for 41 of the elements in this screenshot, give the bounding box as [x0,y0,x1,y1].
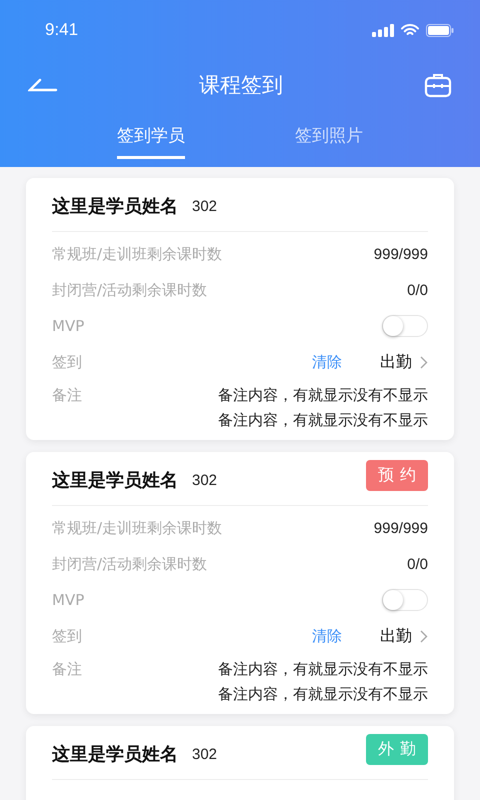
field-label: MVP [52,591,84,609]
student-number: 302 [192,472,218,488]
attendance-select[interactable]: 出勤 [380,626,428,646]
attendance-select[interactable]: 出勤 [380,352,428,372]
field-label: MVP [52,317,84,335]
mvp-toggle[interactable] [382,589,428,611]
note-text: 备注内容，有就显示没有不显示 [218,685,428,704]
status-time: 9:41 [45,20,78,40]
field-label: 封闭营/活动剩余课时数 [52,554,208,574]
chevron-right-icon [420,630,428,642]
field-value: 999/999 [374,246,428,262]
battery-icon [426,24,454,36]
chevron-right-icon [420,356,428,368]
signal-icon [372,24,394,36]
field-label: 备注 [52,386,82,405]
note-text: 备注内容，有就显示没有不显示 [218,660,428,679]
field-value: 0/0 [407,556,428,572]
field-label: 签到 [52,352,82,372]
student-name: 这里是学员姓名 [52,743,178,766]
field-label: 常规班/走训班剩余课时数 [52,244,222,264]
student-name: 这里是学员姓名 [52,469,178,492]
status-tag: 外勤 [366,734,428,765]
field-value: 999/999 [374,520,428,536]
page-title: 课程签到 [199,72,283,99]
wifi-icon [401,24,419,36]
student-name: 这里是学员姓名 [52,195,178,218]
field-label: 常规班/走训班剩余课时数 [52,518,222,538]
tab[interactable]: 签到照片 [295,120,363,159]
note-text: 备注内容，有就显示没有不显示 [218,411,428,430]
status-tag: 预约 [366,460,428,491]
field-value: 0/0 [407,282,428,298]
student-number: 302 [192,746,218,762]
field-label: 备注 [52,660,82,679]
mvp-toggle[interactable] [382,315,428,337]
field-label: 签到 [52,626,82,646]
student-number: 302 [192,198,218,214]
tab[interactable]: 签到学员 [117,120,185,159]
field-label: 封闭营/活动剩余课时数 [52,280,208,300]
clear-link[interactable]: 清除 [312,352,342,372]
clear-link[interactable]: 清除 [312,626,342,646]
note-text: 备注内容，有就显示没有不显示 [218,386,428,405]
